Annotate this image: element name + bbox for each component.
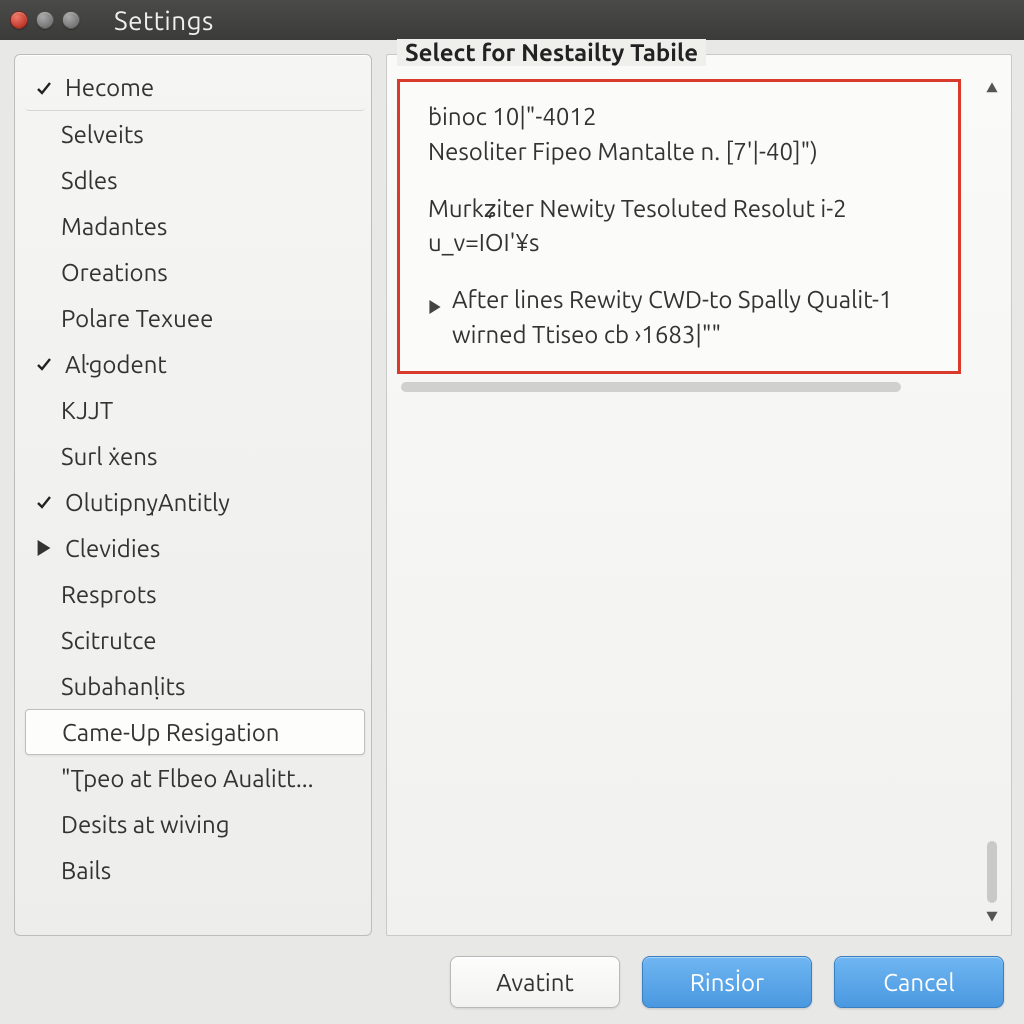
- detail-entry-2-line2: u_v=IOI'¥s: [428, 226, 936, 261]
- tree-item-label: Clevidies: [65, 535, 160, 562]
- tree-item-6[interactable]: Aŀgodent: [25, 341, 365, 387]
- dialog-body: Hecome Selveits Sdles Madantes Oreations Pola…: [0, 40, 1024, 944]
- settings-category-tree[interactable]: Hecome Selveits Sdles Madantes Oreations Pola…: [14, 54, 372, 936]
- tree-item-15[interactable]: "Ʈpeo at Flbeo Aualitt...: [25, 755, 365, 801]
- tree-item-label: Olutipny̩Antitly: [65, 489, 230, 516]
- detail-entry-2-line1: Murkʑiter Newity Tesoluted Resolut i-2: [428, 192, 936, 227]
- tree-item-8[interactable]: Surl ẋens: [25, 433, 365, 479]
- avatint-button[interactable]: Avatint: [450, 956, 620, 1008]
- tree-item-label: Surl ẋens: [61, 443, 157, 470]
- window-maximize-button[interactable]: [62, 11, 80, 29]
- settings-detail-pane: Select for Nestailty Tabile ḃinoc 10|"-4…: [386, 54, 1012, 936]
- window-minimize-button[interactable]: [36, 11, 54, 29]
- detail-entry-3-line1: After lines Rewity CWD-to Spally Qualit-…: [452, 283, 893, 318]
- horizontal-scrollbar[interactable]: [401, 380, 953, 394]
- vertical-scrollbar[interactable]: [983, 79, 1001, 925]
- detail-entry-1-line2: Nesoliter Fipeo Mantalte n. [7'|-40]"): [428, 135, 936, 170]
- tree-item-12[interactable]: Scitrutce: [25, 617, 365, 663]
- dialog-button-row: Avatint Rinsİor Cancel: [0, 944, 1024, 1024]
- check-icon[interactable]: [33, 494, 55, 510]
- scroll-up-icon[interactable]: [985, 81, 999, 95]
- vertical-scrollbar-thumb[interactable]: [987, 841, 997, 903]
- tree-item-14[interactable]: Came-Up Resigation: [25, 709, 365, 755]
- check-icon[interactable]: [33, 80, 55, 96]
- triangle-right-icon[interactable]: [428, 289, 442, 324]
- triangle-right-icon[interactable]: [33, 540, 55, 556]
- tree-item-label: KJJT: [61, 397, 113, 424]
- tree-item-2[interactable]: Sdles: [25, 157, 365, 203]
- tree-item-label: Subahanḷits: [61, 673, 185, 700]
- window-title: Settings: [114, 6, 214, 35]
- tree-item-5[interactable]: Polare Texuee: [25, 295, 365, 341]
- highlighted-selection-box: ḃinoc 10|"-4012 Nesoliter Fipeo Mantalte…: [397, 79, 961, 374]
- detail-entry-3-line2: wirned Ttiseo cb ›1683|"": [452, 318, 893, 353]
- detail-entry-1-line1: ḃinoc 10|"-4012: [428, 100, 936, 135]
- tree-item-label: Sdles: [61, 167, 118, 194]
- groupbox-legend: Select for Nestailty Tabile: [397, 39, 706, 66]
- tree-item-11[interactable]: Resprots: [25, 571, 365, 617]
- tree-item-label: Scitrutce: [61, 627, 157, 654]
- tree-item-label: Aŀgodent: [65, 351, 167, 378]
- tree-item-label: Desits at wiving: [61, 811, 230, 838]
- tree-item-1[interactable]: Selveits: [25, 111, 365, 157]
- tree-item-label: Resprots: [61, 581, 157, 608]
- detail-entry-1[interactable]: ḃinoc 10|"-4012 Nesoliter Fipeo Mantalte…: [428, 100, 936, 170]
- tree-item-label: Came-Up Resigation: [62, 719, 279, 746]
- tree-item-0[interactable]: Hecome: [25, 65, 365, 111]
- tree-item-13[interactable]: Subahanḷits: [25, 663, 365, 709]
- detail-entry-3[interactable]: After lines Rewity CWD-to Spally Qualit-…: [428, 283, 936, 353]
- check-icon[interactable]: [33, 356, 55, 372]
- tree-item-label: "Ʈpeo at Flbeo Aualitt...: [61, 765, 314, 792]
- tree-item-label: Bails: [61, 857, 111, 884]
- window-titlebar: Settings: [0, 0, 1024, 40]
- tree-item-label: Oreations: [61, 259, 168, 286]
- detail-scroll-area[interactable]: ḃinoc 10|"-4012 Nesoliter Fipeo Mantalte…: [397, 79, 977, 925]
- window-close-button[interactable]: [10, 11, 28, 29]
- cancel-button[interactable]: Cancel: [834, 956, 1004, 1008]
- tree-item-16[interactable]: Desits at wiving: [25, 801, 365, 847]
- tree-item-4[interactable]: Oreations: [25, 249, 365, 295]
- rinstor-button[interactable]: Rinsİor: [642, 956, 812, 1008]
- tree-item-9[interactable]: Olutipny̩Antitly: [25, 479, 365, 525]
- horizontal-scrollbar-thumb[interactable]: [401, 382, 901, 392]
- tree-item-label: Polare Texuee: [61, 305, 213, 332]
- detail-entry-2[interactable]: Murkʑiter Newity Tesoluted Resolut i-2 u…: [428, 192, 936, 262]
- tree-item-7[interactable]: KJJT: [25, 387, 365, 433]
- tree-item-17[interactable]: Bails: [25, 847, 365, 893]
- tree-item-3[interactable]: Madantes: [25, 203, 365, 249]
- scroll-down-icon[interactable]: [985, 909, 999, 923]
- tree-item-label: Madantes: [61, 213, 167, 240]
- tree-item-label: Hecome: [65, 74, 154, 101]
- tree-item-10[interactable]: Clevidies: [25, 525, 365, 571]
- detail-groupbox: Select for Nestailty Tabile ḃinoc 10|"-4…: [386, 54, 1012, 936]
- tree-item-label: Selveits: [61, 121, 144, 148]
